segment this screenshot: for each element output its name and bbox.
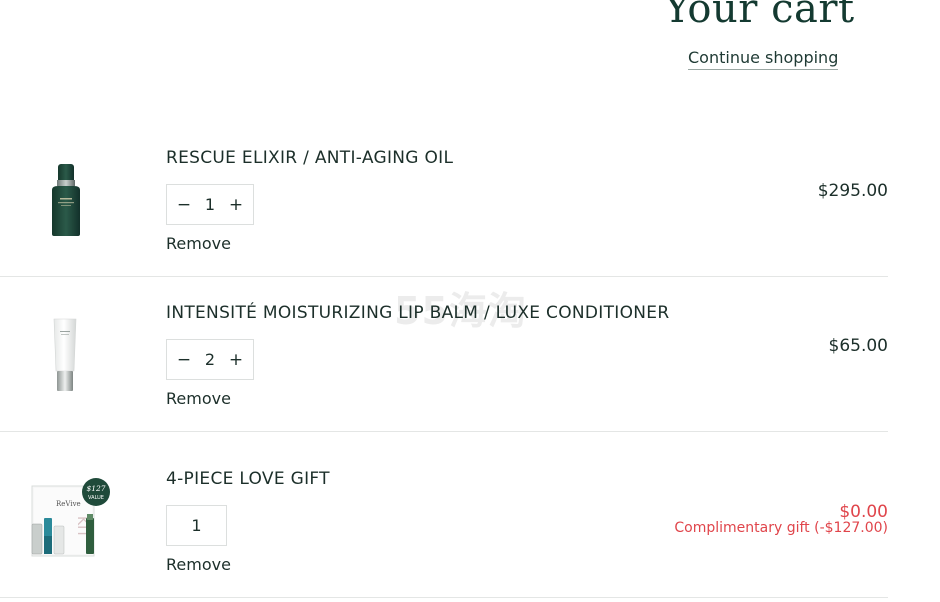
- remove-button[interactable]: Remove: [166, 555, 231, 574]
- value-badge-amount: $127: [86, 484, 105, 493]
- quantity-value[interactable]: 1: [192, 195, 228, 214]
- increase-quantity-button[interactable]: +: [228, 350, 244, 370]
- gift-set-icon[interactable]: ReVive KIT $127 VALUE: [26, 478, 112, 562]
- remove-button[interactable]: Remove: [166, 234, 231, 253]
- quantity-value[interactable]: 1: [176, 516, 217, 535]
- item-price: $65.00: [828, 336, 888, 356]
- item-name[interactable]: INTENSITÉ MOISTURIZING LIP BALM / LUXE C…: [166, 303, 669, 323]
- item-name[interactable]: 4-PIECE LOVE GIFT: [166, 469, 330, 489]
- remove-button[interactable]: Remove: [166, 389, 231, 408]
- white-tube-icon[interactable]: [50, 317, 80, 393]
- decrease-quantity-button[interactable]: −: [176, 350, 192, 370]
- page-title: Your cart: [664, 0, 855, 32]
- complimentary-gift-note: Complimentary gift (-$127.00): [674, 520, 888, 536]
- quantity-stepper: − 1 +: [166, 184, 254, 225]
- cart-item: INTENSITÉ MOISTURIZING LIP BALM / LUXE C…: [0, 277, 888, 432]
- value-badge-label: VALUE: [88, 495, 104, 501]
- dark-green-bottle-icon[interactable]: [44, 160, 88, 240]
- quantity-field: 1: [166, 505, 227, 546]
- gift-box-brand: ReVive: [56, 500, 81, 508]
- decrease-quantity-button[interactable]: −: [176, 195, 192, 215]
- quantity-value[interactable]: 2: [192, 350, 228, 369]
- quantity-stepper: − 2 +: [166, 339, 254, 380]
- item-price: $295.00: [817, 181, 888, 201]
- continue-shopping-link[interactable]: Continue shopping: [688, 48, 839, 70]
- cart-item: ReVive KIT $127 VALUE 4-PIECE LOVE GIFT …: [0, 432, 888, 598]
- cart-item: RESCUE ELIXIR / ANTI-AGING OIL − 1 + Rem…: [0, 120, 888, 277]
- item-name[interactable]: RESCUE ELIXIR / ANTI-AGING OIL: [166, 148, 453, 168]
- increase-quantity-button[interactable]: +: [228, 195, 244, 215]
- item-price: $0.00: [839, 502, 888, 522]
